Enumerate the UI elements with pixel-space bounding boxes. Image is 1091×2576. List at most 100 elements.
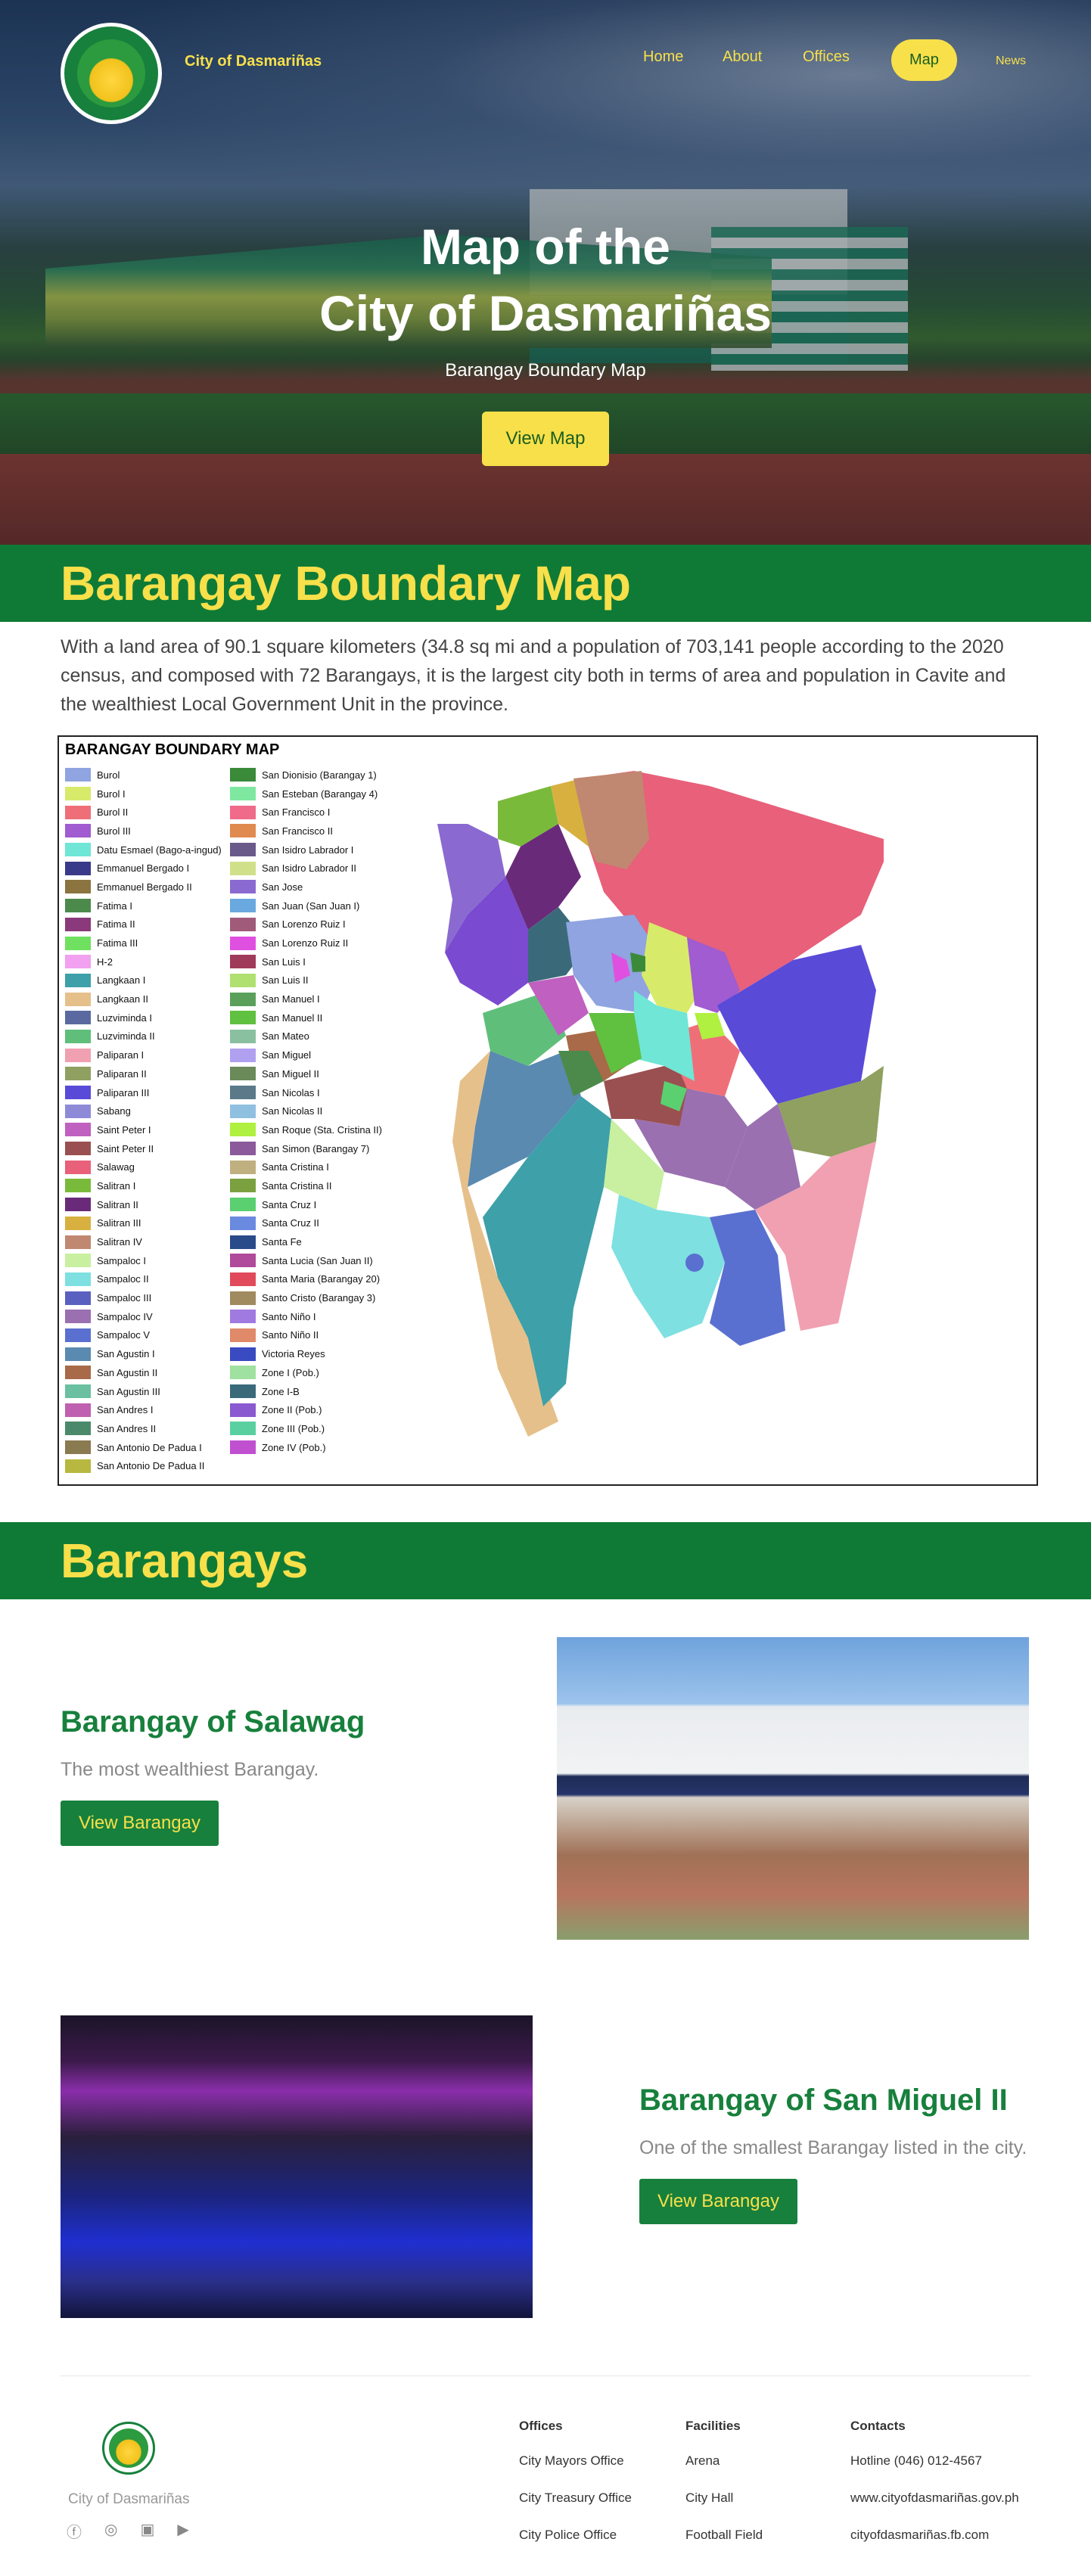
- legend-swatch: [65, 1067, 91, 1081]
- legend-label: Zone II (Pob.): [262, 1404, 322, 1416]
- footer-link[interactable]: Hotline (046) 012-4567: [850, 2453, 1019, 2469]
- legend-label: Salitran I: [97, 1179, 136, 1192]
- view-barangay-button[interactable]: View Barangay: [639, 2179, 797, 2224]
- legend-item: San Dionisio (Barangay 1): [230, 766, 382, 785]
- legend-swatch: [65, 973, 91, 987]
- footer-brand: City of Dasmariñas: [68, 2491, 190, 2507]
- hero-subtitle: Barangay Boundary Map: [445, 360, 646, 381]
- legend-label: Sabang: [97, 1105, 131, 1117]
- legend-label: Victoria Reyes: [262, 1348, 325, 1360]
- legend-item: San Esteban (Barangay 4): [230, 785, 382, 803]
- legend-item: Zone IV (Pob.): [230, 1438, 382, 1457]
- legend-swatch: [65, 805, 91, 819]
- barangay-card-san-miguel-ii: Barangay of San Miguel II One of the sma…: [0, 1978, 1091, 2371]
- legend-swatch: [230, 1011, 256, 1025]
- legend-label: Santo Niño I: [262, 1310, 316, 1322]
- legend-swatch: [230, 1142, 256, 1156]
- legend-item: Burol I: [65, 785, 222, 803]
- legend-swatch: [65, 1403, 91, 1417]
- legend-item: San Simon (Barangay 7): [230, 1139, 382, 1158]
- city-seal-logo[interactable]: [61, 23, 162, 124]
- legend-label: Burol I: [97, 788, 126, 800]
- legend-label: San Roque (Sta. Cristina II): [262, 1123, 382, 1136]
- legend-label: San Isidro Labrador I: [262, 844, 354, 856]
- legend-label: San Antonio De Padua I: [97, 1441, 202, 1453]
- legend-label: San Luis II: [262, 974, 309, 987]
- boundary-intro: With a land area of 90.1 square kilomete…: [61, 636, 1006, 715]
- legend-swatch: [65, 1048, 91, 1062]
- legend-label: San Andres I: [97, 1404, 154, 1416]
- legend-swatch: [65, 936, 91, 950]
- nav-map[interactable]: Map: [891, 39, 957, 81]
- legend-item: Burol II: [65, 803, 222, 822]
- nav-offices[interactable]: Offices: [803, 48, 850, 66]
- legend-label: Santa Cristina II: [262, 1179, 332, 1192]
- legend-item: Fatima III: [65, 934, 222, 952]
- nav-news[interactable]: News: [996, 54, 1026, 68]
- legend-item: San Antonio De Padua I: [65, 1438, 222, 1457]
- view-barangay-button[interactable]: View Barangay: [61, 1801, 219, 1846]
- legend-item: Salitran III: [65, 1214, 222, 1233]
- legend-label: San Agustin II: [97, 1366, 158, 1378]
- legend-item: San Mateo: [230, 1027, 382, 1046]
- legend-item: Sampaloc II: [65, 1270, 222, 1289]
- legend-label: Paliparan III: [97, 1086, 150, 1098]
- legend-label: Sampaloc I: [97, 1254, 147, 1266]
- legend-swatch: [65, 1179, 91, 1193]
- legend-swatch: [65, 1347, 91, 1361]
- instagram-icon[interactable]: ◎: [104, 2520, 117, 2542]
- legend-swatch: [230, 955, 256, 969]
- legend-item: Luzviminda II: [65, 1027, 222, 1046]
- legend-item: San Nicolas II: [230, 1102, 382, 1120]
- footer-link[interactable]: Arena: [685, 2453, 763, 2469]
- linkedin-icon[interactable]: ▣: [140, 2520, 154, 2542]
- legend-item: Paliparan III: [65, 1083, 222, 1102]
- legend-item: Salitran II: [65, 1195, 222, 1214]
- legend-item: Paliparan I: [65, 1046, 222, 1064]
- legend-label: Santo Cristo (Barangay 3): [262, 1292, 376, 1304]
- legend-label: Salitran II: [97, 1198, 138, 1210]
- footer-logo[interactable]: [102, 2422, 155, 2475]
- view-map-button[interactable]: View Map: [481, 412, 610, 466]
- legend-swatch: [230, 1328, 256, 1342]
- footer-link[interactable]: City Hall: [685, 2491, 763, 2506]
- footer-link[interactable]: City Police Office: [519, 2528, 632, 2543]
- legend-swatch: [230, 899, 256, 913]
- legend-label: Salawag: [97, 1161, 135, 1173]
- youtube-icon[interactable]: ▶: [177, 2520, 188, 2542]
- footer-link[interactable]: cityofdasmariñas.fb.com: [850, 2528, 1019, 2543]
- legend-label: Luzviminda I: [97, 1011, 152, 1024]
- legend-label: San Manuel II: [262, 1011, 323, 1024]
- legend-label: San Agustin III: [97, 1385, 160, 1397]
- legend-item: San Isidro Labrador I: [230, 841, 382, 859]
- legend-swatch: [65, 824, 91, 838]
- brand-name[interactable]: City of Dasmariñas: [185, 53, 322, 70]
- footer-link[interactable]: City Mayors Office: [519, 2453, 632, 2469]
- legend-label: San Agustin I: [97, 1348, 155, 1360]
- san-miguel-hall-photo: [61, 2015, 533, 2318]
- legend-label: Santa Cristina I: [262, 1161, 329, 1173]
- footer-link[interactable]: www.cityofdasmariñas.gov.ph: [850, 2491, 1019, 2506]
- legend-item: Emmanuel Bergado I: [65, 859, 222, 878]
- legend-item: Salitran I: [65, 1176, 222, 1195]
- nav-home[interactable]: Home: [643, 48, 683, 66]
- legend-label: Burol II: [97, 806, 129, 819]
- footer-link[interactable]: Football Field: [685, 2528, 763, 2543]
- legend-item: Santa Cristina II: [230, 1176, 382, 1195]
- legend-label: San Dionisio (Barangay 1): [262, 769, 377, 781]
- legend-item: Victoria Reyes: [230, 1344, 382, 1363]
- legend-swatch: [65, 1029, 91, 1043]
- map-legend-right: San Dionisio (Barangay 1) San Esteban (Ba…: [230, 766, 382, 1456]
- facebook-icon[interactable]: ⓕ: [67, 2520, 82, 2542]
- legend-item: San Miguel: [230, 1046, 382, 1064]
- legend-swatch: [230, 768, 256, 782]
- legend-label: San Nicolas II: [262, 1105, 323, 1117]
- salawag-hall-photo: [557, 1637, 1029, 1940]
- legend-label: San Lorenzo Ruiz I: [262, 918, 346, 931]
- legend-label: Fatima III: [97, 937, 138, 949]
- legend-label: Sampaloc II: [97, 1273, 149, 1285]
- nav-about[interactable]: About: [723, 48, 762, 66]
- legend-item: Santa Cruz I: [230, 1195, 382, 1214]
- footer-link[interactable]: City Treasury Office: [519, 2491, 632, 2506]
- legend-item: San Jose: [230, 878, 382, 896]
